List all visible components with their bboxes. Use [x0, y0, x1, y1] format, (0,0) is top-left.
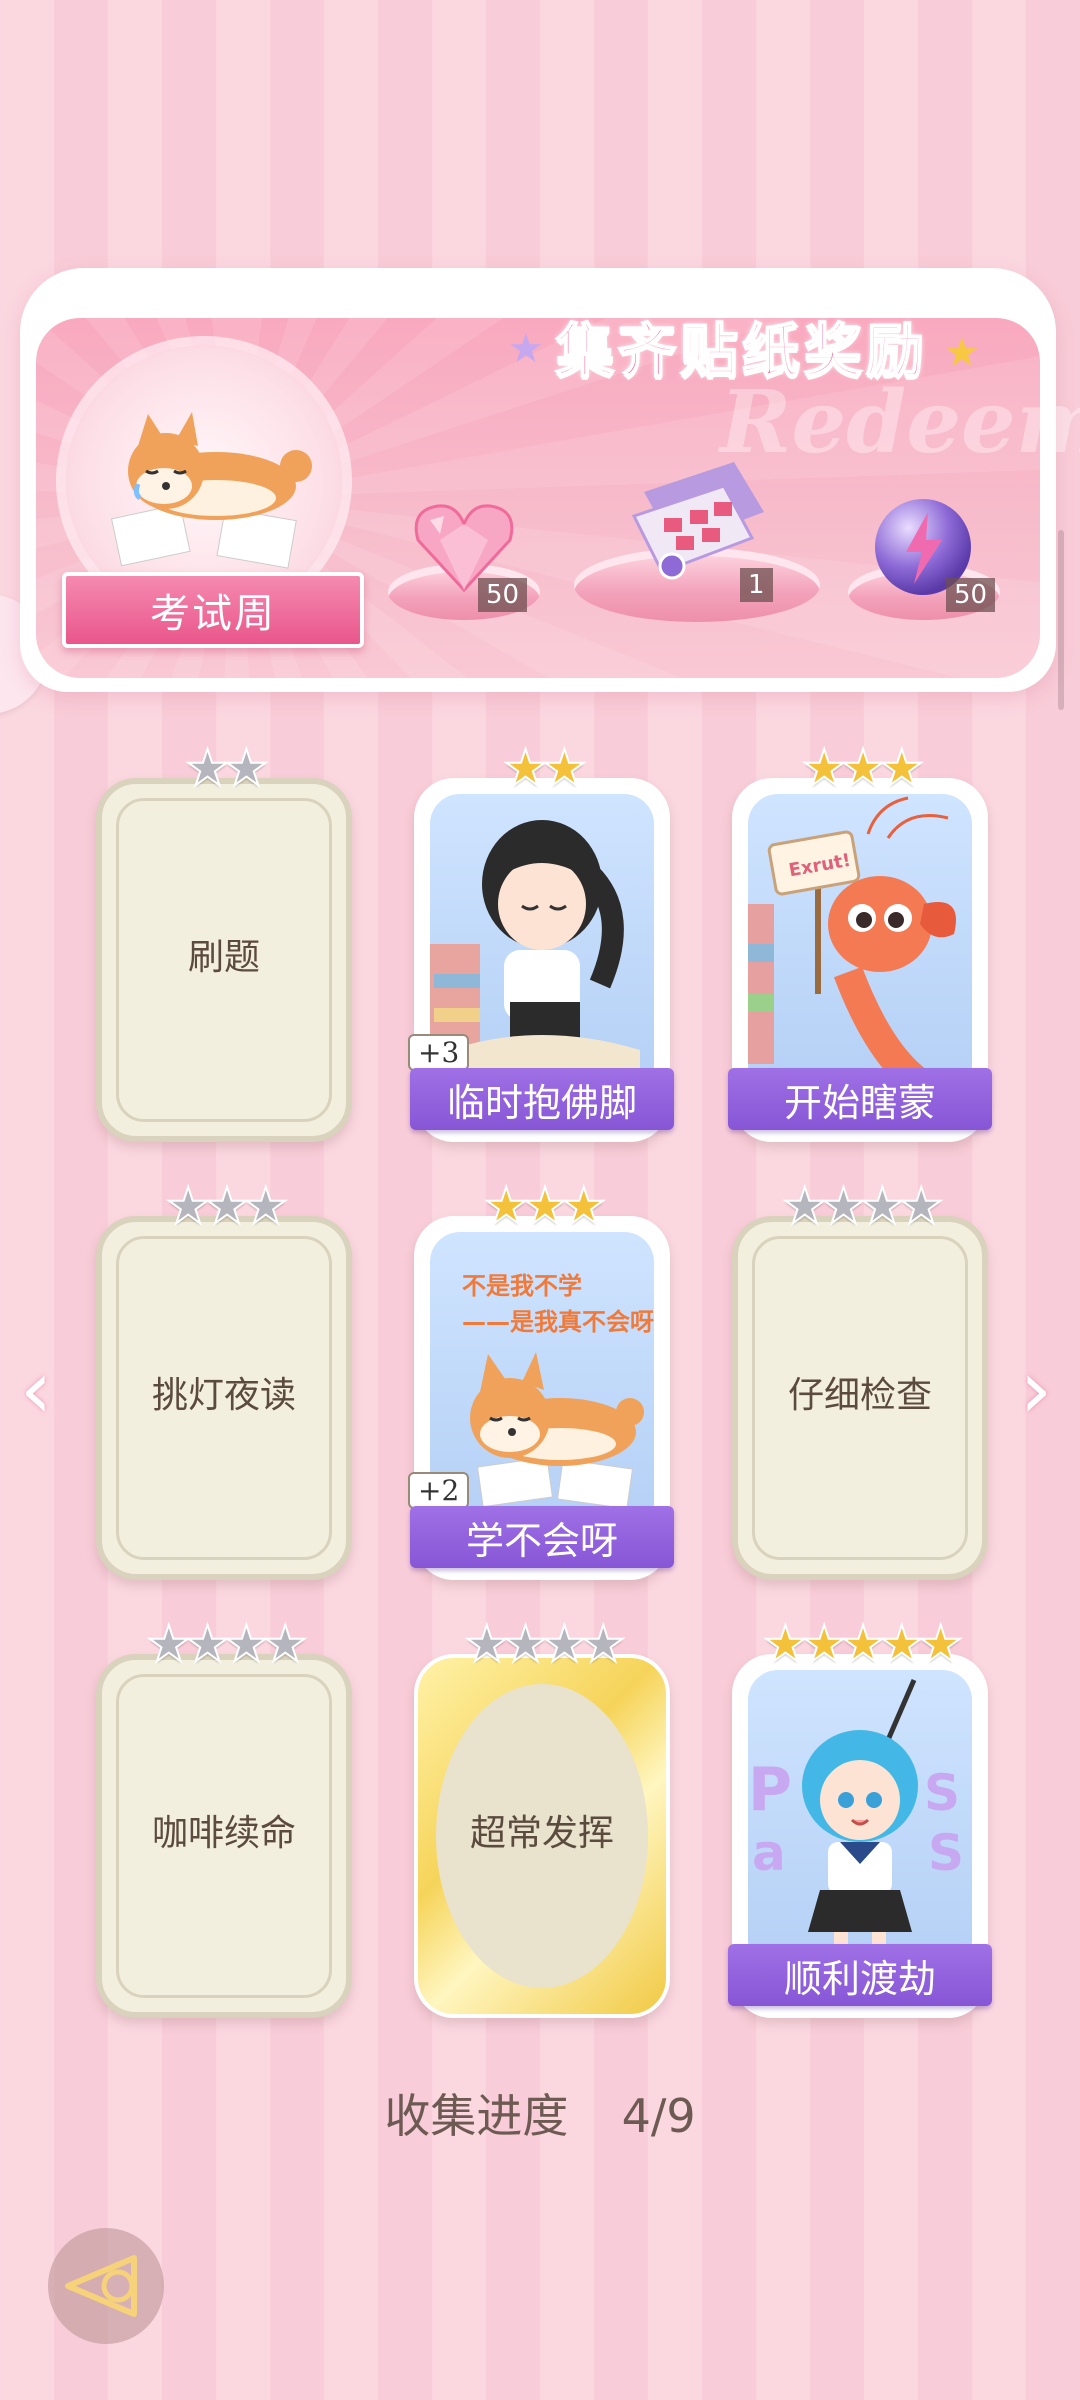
- svg-text:S: S: [928, 1824, 964, 1882]
- blue-hair-girl-art: P a S S: [748, 1670, 972, 1970]
- sticker-card-4[interactable]: 挑灯夜读 ★★★: [96, 1176, 352, 1580]
- sticker-card-2[interactable]: +3 临时抱佛脚 ★★: [408, 738, 674, 1142]
- star-rating: ★★★★: [463, 1614, 626, 1674]
- star-rating: ★★★: [165, 1176, 290, 1236]
- star-rating: ★★★★: [781, 1176, 944, 1236]
- purple-star-icon: ★: [508, 326, 544, 372]
- svg-text:S: S: [924, 1764, 960, 1822]
- prev-page-arrow-icon[interactable]: ‹: [20, 1350, 60, 1430]
- card-label: 挑灯夜读: [151, 1375, 296, 1416]
- card-label: 仔细检查: [787, 1375, 932, 1416]
- sticker-card-1[interactable]: 刷题 ★★: [96, 738, 352, 1142]
- reward-count-2: 1: [740, 568, 773, 602]
- banner-title: 集齐贴纸奖励: [555, 316, 929, 386]
- sticker-card-8[interactable]: 超常发挥 ★★★★: [414, 1614, 670, 2018]
- card-label: 刷题: [187, 937, 260, 978]
- duplicate-count-badge: +3: [408, 1034, 470, 1071]
- back-button[interactable]: [48, 2228, 164, 2344]
- yellow-star-icon: ★: [944, 330, 980, 376]
- scroll-indicator[interactable]: [1058, 530, 1064, 710]
- sticker-card-3[interactable]: Exrut! 开始瞎蒙 ★★★: [728, 738, 992, 1142]
- card-label: 临时抱佛脚: [410, 1068, 674, 1130]
- back-arrow-icon: [65, 2255, 137, 2317]
- card-label: 超常发挥: [469, 1813, 614, 1854]
- star-rating: ★★: [184, 738, 270, 798]
- svg-text:a: a: [752, 1824, 786, 1882]
- shrimp-sign-art: Exrut!: [748, 794, 972, 1094]
- star-rating: ★★★★★: [762, 1614, 964, 1674]
- sticker-card-6[interactable]: 仔细检查 ★★★★: [732, 1176, 988, 1580]
- reward-count-1: 50: [478, 578, 528, 612]
- art-caption-1: 不是我不学: [462, 1272, 582, 1300]
- art-caption-2: ——是我真不会呀: [462, 1308, 654, 1336]
- progress-value: 4/9: [621, 2089, 696, 2143]
- reward-count-3: 50: [946, 578, 996, 612]
- duplicate-count-badge: +2: [408, 1472, 470, 1509]
- sticker-card-5[interactable]: 不是我不学 ——是我真不会呀 +2 学不会呀 ★★★: [408, 1176, 674, 1580]
- star-rating: ★★★: [483, 1176, 608, 1236]
- theme-label: 考试周: [150, 591, 276, 637]
- star-rating: ★★★★: [145, 1614, 308, 1674]
- sticker-card-9[interactable]: P a S S 顺利渡劫 ★★★★★: [728, 1614, 992, 2018]
- gift-box-icon[interactable]: [624, 452, 772, 582]
- star-rating: ★★★: [801, 738, 926, 798]
- svg-text:P: P: [748, 1755, 792, 1825]
- sticker-card-7[interactable]: 咖啡续命 ★★★★: [96, 1614, 352, 2018]
- theme-ribbon: 考试周: [62, 572, 364, 648]
- next-page-arrow-icon[interactable]: ›: [1020, 1350, 1060, 1430]
- card-label: 咖啡续命: [151, 1813, 296, 1854]
- card-label: 顺利渡劫: [728, 1944, 992, 2006]
- collection-progress: 收集进度 4/9: [0, 2080, 1080, 2146]
- card-label: 开始瞎蒙: [728, 1068, 992, 1130]
- star-rating: ★★: [502, 738, 588, 798]
- card-label: 学不会呀: [410, 1506, 674, 1568]
- progress-label: 收集进度: [384, 2089, 569, 2143]
